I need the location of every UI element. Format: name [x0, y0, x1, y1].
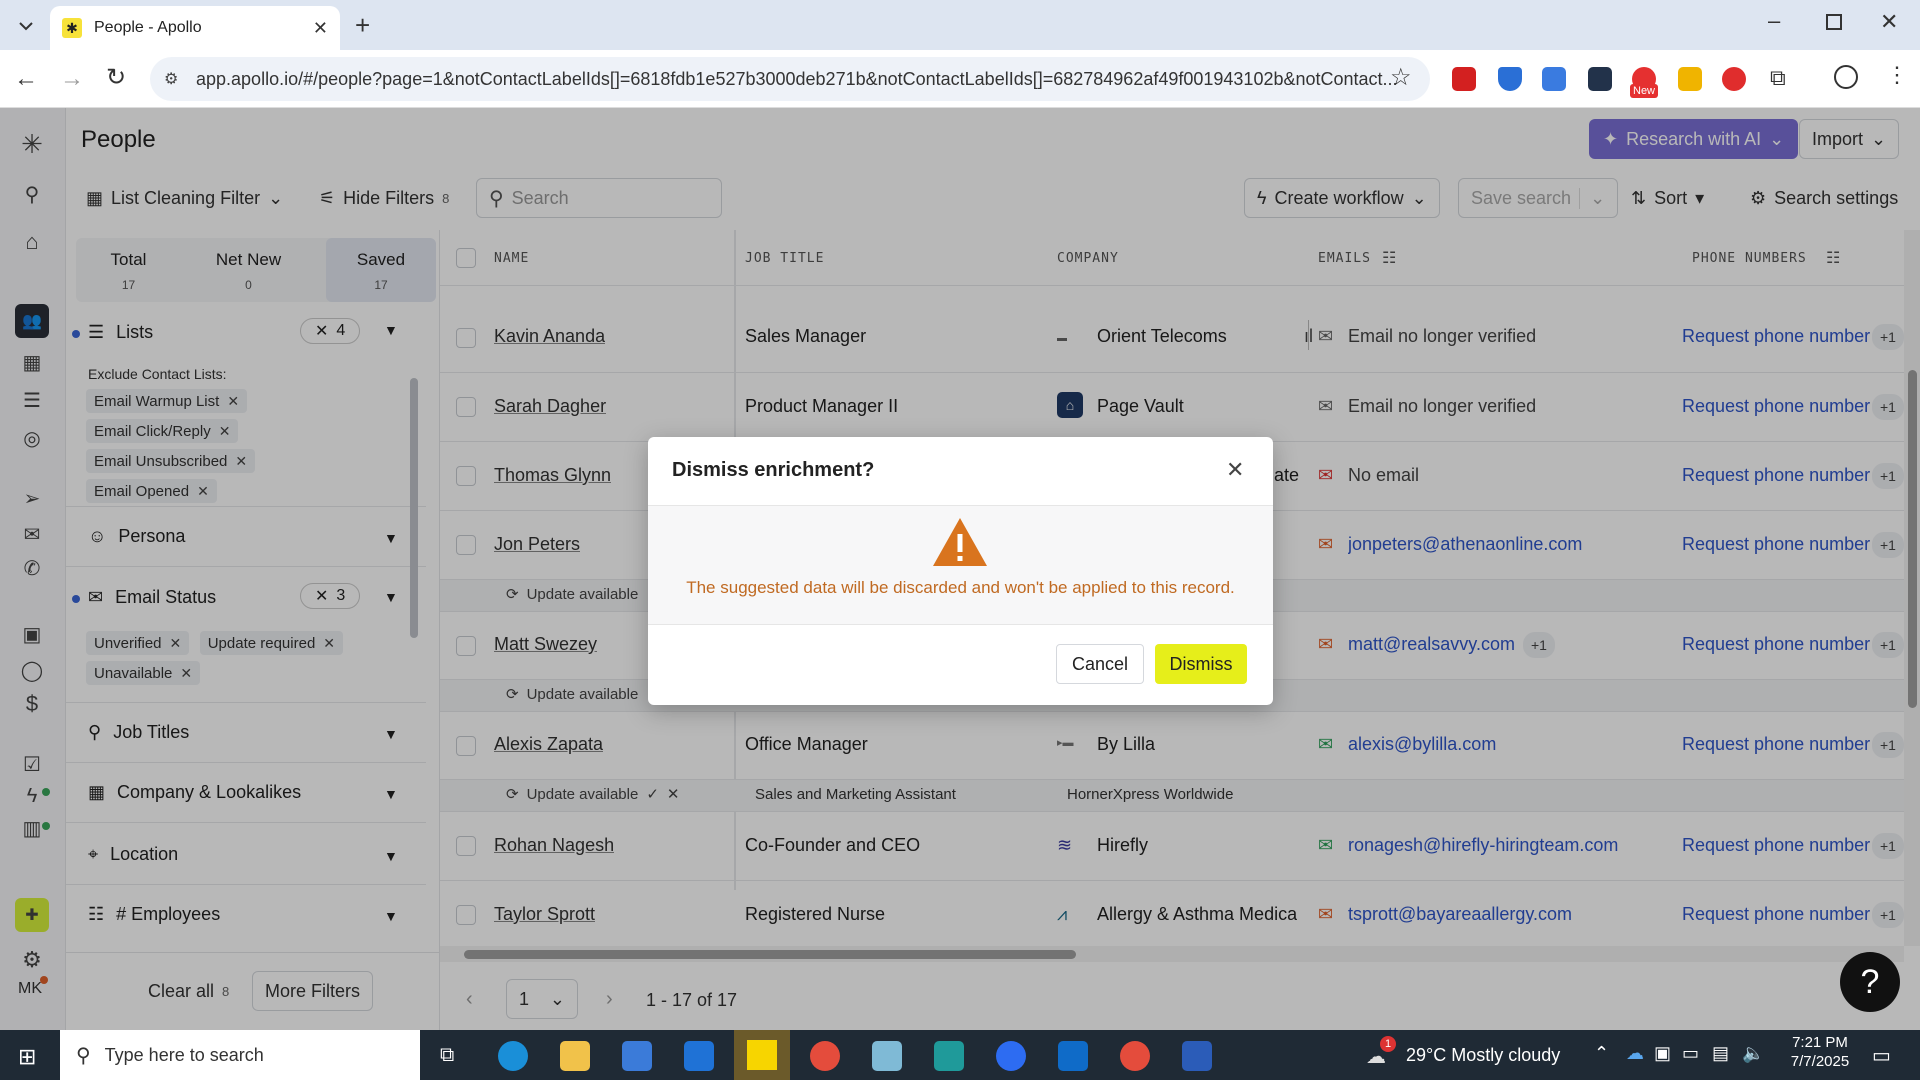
onedrive-icon[interactable]: ☁	[1626, 1043, 1644, 1064]
dialog-body: The suggested data will be discarded and…	[648, 505, 1273, 625]
url-field[interactable]: ⚙ app.apollo.io/#/people?page=1&notConta…	[150, 57, 1430, 101]
clock[interactable]: 7:21 PM 7/7/2025	[1780, 1034, 1860, 1070]
edge-icon[interactable]	[498, 1041, 528, 1071]
new-tab-icon[interactable]: +	[355, 10, 370, 41]
battery-icon[interactable]: ▭	[1682, 1043, 1699, 1064]
tray-chevron-icon[interactable]: ⌃	[1594, 1043, 1609, 1064]
chrome-profile-icon[interactable]	[1120, 1041, 1150, 1071]
shield-extension-icon[interactable]	[1498, 67, 1522, 91]
reload-icon[interactable]: ↻	[106, 63, 126, 92]
cancel-button[interactable]: Cancel	[1056, 644, 1144, 684]
minimize-icon[interactable]: –	[1768, 8, 1780, 34]
tab-title: People - Apollo	[94, 19, 202, 36]
app-diamond-icon[interactable]	[934, 1041, 964, 1071]
address-bar-row: ← → ↻ ⚙ app.apollo.io/#/people?page=1&no…	[0, 50, 1920, 108]
browser-menu-icon[interactable]: ⋮	[1886, 62, 1908, 88]
site-info-icon[interactable]: ⚙	[164, 69, 178, 89]
restore-icon[interactable]	[1826, 14, 1842, 30]
search-icon: ⚲	[76, 1044, 91, 1067]
document-extension-icon[interactable]	[1542, 67, 1566, 91]
profile-icon[interactable]	[1834, 65, 1858, 89]
mail-icon[interactable]	[684, 1041, 714, 1071]
dismiss-enrichment-dialog: Dismiss enrichment? ✕ The suggested data…	[648, 437, 1273, 705]
clock-date: 7/7/2025	[1790, 1053, 1850, 1070]
help-button[interactable]: ?	[1840, 952, 1900, 1012]
window-close-icon[interactable]: ✕	[1880, 9, 1898, 35]
close-icon[interactable]: ✕	[1226, 457, 1244, 483]
windows-taskbar: ⊞ ⚲ Type here to search ⧉ ☁ 1 29°C Mostl…	[0, 1030, 1920, 1080]
chrome-icon[interactable]	[810, 1041, 840, 1071]
dismiss-button[interactable]: Dismiss	[1155, 644, 1247, 684]
outlook-icon[interactable]	[1058, 1041, 1088, 1071]
dialog-message: The suggested data will be discarded and…	[686, 578, 1235, 597]
windows-start-icon[interactable]: ⊞	[18, 1044, 36, 1070]
zoom-icon[interactable]	[996, 1041, 1026, 1071]
dialog-title: Dismiss enrichment?	[672, 459, 875, 481]
pokeball-extension-icon[interactable]	[1722, 67, 1746, 91]
back-icon[interactable]: ←	[14, 65, 38, 93]
lightning-extension-icon[interactable]	[1678, 67, 1702, 91]
store-icon[interactable]	[622, 1041, 652, 1071]
volume-muted-icon[interactable]: 🔈	[1742, 1043, 1764, 1064]
notifications-icon[interactable]: ▭	[1872, 1043, 1891, 1068]
wallet-extension-icon[interactable]	[1588, 67, 1612, 91]
word-icon[interactable]	[1182, 1041, 1212, 1071]
warning-icon	[931, 516, 989, 568]
tab-close-icon[interactable]: ✕	[313, 18, 328, 39]
notes-app-icon[interactable]	[872, 1041, 902, 1071]
taskbar-search-box[interactable]: ⚲ Type here to search	[60, 1030, 420, 1080]
tray-app-icon[interactable]: ▣	[1654, 1043, 1671, 1064]
task-view-icon[interactable]: ⧉	[440, 1044, 454, 1067]
tab-list-icon[interactable]	[14, 14, 38, 38]
clock-time: 7:21 PM	[1792, 1034, 1848, 1051]
sticky-notes-active[interactable]	[734, 1030, 790, 1080]
weather-alert-badge: 1	[1380, 1036, 1396, 1052]
browser-tab-bar: ✱ People - Apollo ✕ + – ✕	[0, 0, 1920, 50]
new-badge: New	[1630, 84, 1659, 98]
network-icon[interactable]: ▤	[1712, 1043, 1729, 1064]
file-explorer-icon[interactable]	[560, 1041, 590, 1071]
taskbar-search-placeholder: Type here to search	[104, 1044, 264, 1065]
pdf-extension-icon[interactable]	[1452, 67, 1476, 91]
weather-text[interactable]: 29°C Mostly cloudy	[1406, 1045, 1560, 1066]
browser-tab[interactable]: ✱ People - Apollo ✕	[50, 6, 340, 50]
forward-icon[interactable]: →	[60, 65, 84, 93]
apollo-favicon-icon: ✱	[62, 18, 82, 38]
extensions-puzzle-icon[interactable]: ⧉	[1770, 65, 1786, 91]
url-text: app.apollo.io/#/people?page=1&notContact…	[196, 68, 1398, 89]
bookmark-star-icon[interactable]: ☆	[1390, 63, 1412, 92]
